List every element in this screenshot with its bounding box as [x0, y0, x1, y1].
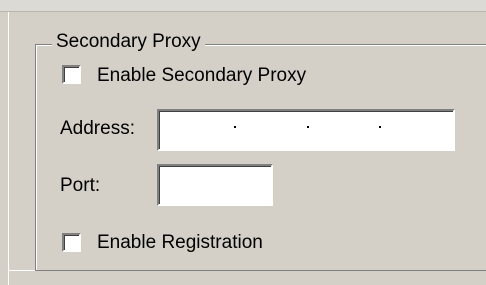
ip-separator-dot — [234, 126, 236, 128]
window-top-edge — [0, 0, 486, 12]
ip-separator-dot — [379, 126, 381, 128]
enable-secondary-proxy-label[interactable]: Enable Secondary Proxy — [97, 64, 306, 88]
enable-secondary-proxy-checkbox[interactable] — [62, 65, 81, 84]
address-ip-input[interactable] — [157, 109, 455, 151]
address-label: Address: — [60, 118, 135, 139]
enable-registration-label[interactable]: Enable Registration — [97, 231, 263, 255]
enable-registration-checkbox[interactable] — [62, 233, 81, 252]
port-label: Port: — [60, 175, 101, 196]
groupbox-title: Secondary Proxy — [52, 30, 205, 54]
ip-separator-dot — [307, 126, 309, 128]
port-input[interactable] — [157, 164, 273, 206]
